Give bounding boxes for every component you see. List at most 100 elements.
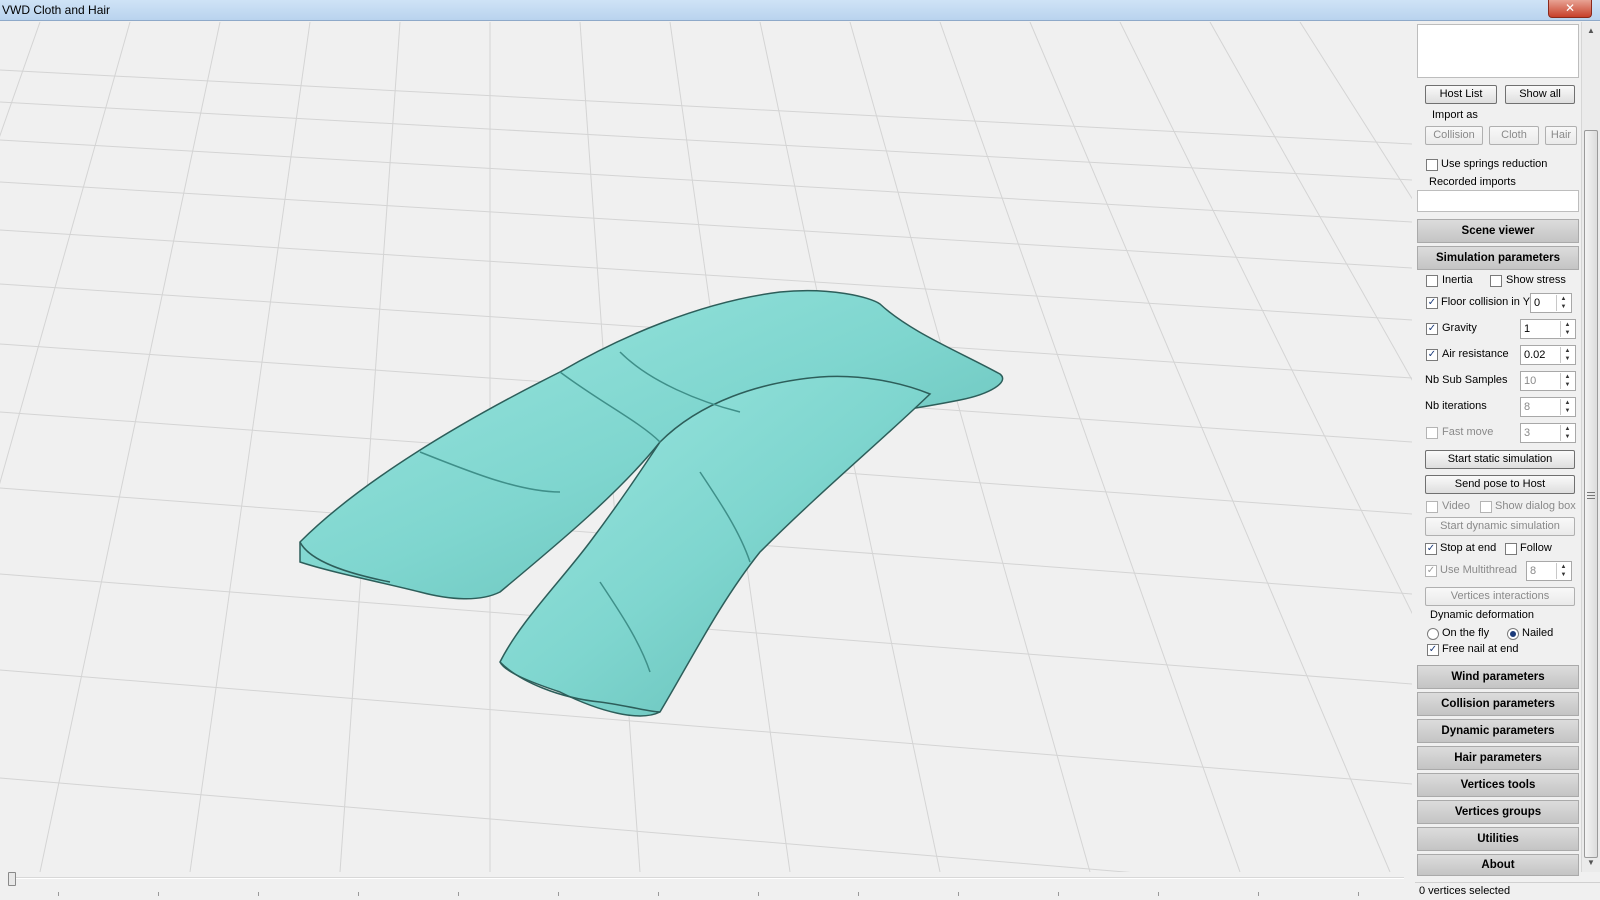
use-multithread-checkbox[interactable]: ✓ — [1425, 565, 1437, 577]
free-nail-at-end-checkbox[interactable]: ✓ — [1427, 644, 1439, 656]
floor-collision-label: Floor collision in Y — [1441, 296, 1531, 308]
nb-iterations-spinbox[interactable]: 8 ▲ ▼ — [1520, 397, 1576, 417]
gravity-spinbox[interactable]: 1 ▲ ▼ — [1520, 319, 1576, 339]
scrollbar-grip-icon — [1587, 492, 1595, 493]
title-bar: VWD Cloth and Hair ✕ — [0, 0, 1600, 21]
floor-collision-value: 0 — [1534, 297, 1541, 309]
spin-down-icon[interactable]: ▼ — [1561, 433, 1574, 441]
scene-viewer-section[interactable]: Scene viewer — [1417, 219, 1579, 243]
video-checkbox[interactable] — [1426, 501, 1438, 513]
timeline-tick — [758, 892, 759, 896]
floor-collision-spinbox[interactable]: 0 ▲ ▼ — [1530, 293, 1572, 313]
vertices-groups-section[interactable]: Vertices groups — [1417, 800, 1579, 824]
air-resistance-checkbox[interactable]: ✓ — [1426, 349, 1438, 361]
follow-label: Follow — [1520, 542, 1552, 554]
spin-down-icon[interactable]: ▼ — [1561, 355, 1574, 363]
fast-move-checkbox[interactable] — [1426, 427, 1438, 439]
show-dialog-box-checkbox[interactable] — [1480, 501, 1492, 513]
fast-move-spinbox[interactable]: 3 ▲ ▼ — [1520, 423, 1576, 443]
gravity-label: Gravity — [1442, 322, 1477, 334]
window-title: VWD Cloth and Hair — [2, 3, 111, 17]
use-springs-reduction-checkbox[interactable] — [1426, 159, 1438, 171]
timeline-track — [8, 877, 1404, 879]
timeline-tick — [958, 892, 959, 896]
spin-up-icon[interactable]: ▲ — [1561, 399, 1574, 407]
hair-parameters-section[interactable]: Hair parameters — [1417, 746, 1579, 770]
vertices-tools-section[interactable]: Vertices tools — [1417, 773, 1579, 797]
nb-iterations-label: Nb iterations — [1425, 400, 1487, 412]
gravity-checkbox[interactable]: ✓ — [1426, 323, 1438, 335]
use-multithread-label: Use Multithread — [1440, 564, 1518, 576]
spin-down-icon[interactable]: ▼ — [1561, 381, 1574, 389]
panel-scrollbar[interactable]: ▲ ▼ — [1581, 22, 1600, 872]
nb-iterations-value: 8 — [1524, 401, 1531, 413]
timeline-tick — [1258, 892, 1259, 896]
spin-down-icon[interactable]: ▼ — [1557, 571, 1570, 579]
3d-viewport[interactable] — [0, 22, 1412, 872]
spin-up-icon[interactable]: ▲ — [1561, 321, 1574, 329]
about-section[interactable]: About — [1417, 854, 1579, 876]
spin-up-icon[interactable]: ▲ — [1561, 347, 1574, 355]
import-hair-button[interactable]: Hair — [1545, 126, 1577, 145]
utilities-section[interactable]: Utilities — [1417, 827, 1579, 851]
multithread-spinbox[interactable]: 8 ▲ ▼ — [1526, 561, 1572, 581]
host-info-box — [1417, 24, 1579, 78]
spin-up-icon[interactable]: ▲ — [1561, 373, 1574, 381]
on-the-fly-radio[interactable] — [1427, 628, 1439, 640]
nailed-label: Nailed — [1522, 627, 1554, 639]
close-button[interactable]: ✕ — [1548, 0, 1592, 18]
timeline-tick — [458, 892, 459, 896]
show-all-button[interactable]: Show all — [1505, 85, 1575, 104]
show-dialog-box-label: Show dialog box — [1495, 500, 1576, 512]
fast-move-label: Fast move — [1442, 426, 1494, 438]
import-cloth-button[interactable]: Cloth — [1489, 126, 1539, 145]
inertia-checkbox[interactable] — [1426, 275, 1438, 287]
wind-parameters-section[interactable]: Wind parameters — [1417, 665, 1579, 689]
vertices-selected-status: 0 vertices selected — [1419, 885, 1511, 897]
floor-collision-checkbox[interactable]: ✓ — [1426, 297, 1438, 309]
recorded-imports-list[interactable] — [1417, 190, 1579, 212]
timeline-tick — [1158, 892, 1159, 896]
spin-up-icon[interactable]: ▲ — [1557, 295, 1570, 303]
timeline-slider[interactable] — [0, 872, 1412, 900]
start-static-simulation-button[interactable]: Start static simulation — [1425, 450, 1575, 469]
spin-up-icon[interactable]: ▲ — [1557, 563, 1570, 571]
timeline-tick — [558, 892, 559, 896]
dynamic-deformation-label: Dynamic deformation — [1430, 609, 1534, 621]
timeline-tick — [1358, 892, 1359, 896]
scene-canvas[interactable] — [0, 22, 1412, 872]
timeline-thumb[interactable] — [8, 872, 16, 886]
scroll-up-icon[interactable]: ▲ — [1586, 26, 1596, 36]
air-resistance-spinbox[interactable]: 0.02 ▲ ▼ — [1520, 345, 1576, 365]
dynamic-parameters-section[interactable]: Dynamic parameters — [1417, 719, 1579, 743]
spin-down-icon[interactable]: ▼ — [1561, 329, 1574, 337]
timeline-tick — [1058, 892, 1059, 896]
nailed-radio[interactable] — [1507, 628, 1519, 640]
inertia-label: Inertia — [1442, 274, 1473, 286]
vertices-interactions-button[interactable]: Vertices interactions — [1425, 587, 1575, 606]
start-dynamic-simulation-button[interactable]: Start dynamic simulation — [1425, 517, 1575, 536]
simulation-parameters-section[interactable]: Simulation parameters — [1417, 246, 1579, 270]
follow-checkbox[interactable] — [1505, 543, 1517, 555]
free-nail-at-end-label: Free nail at end — [1442, 643, 1519, 655]
stop-at-end-checkbox[interactable]: ✓ — [1425, 543, 1437, 555]
recorded-imports-label: Recorded imports — [1429, 176, 1516, 188]
multithread-value: 8 — [1530, 565, 1537, 577]
cloth-pants-mesh — [299, 289, 1004, 717]
scrollbar-thumb[interactable] — [1584, 130, 1598, 858]
spin-down-icon[interactable]: ▼ — [1557, 303, 1570, 311]
spin-down-icon[interactable]: ▼ — [1561, 407, 1574, 415]
send-pose-to-host-button[interactable]: Send pose to Host — [1425, 475, 1575, 494]
stop-at-end-label: Stop at end — [1440, 542, 1497, 554]
import-collision-button[interactable]: Collision — [1425, 126, 1483, 145]
show-stress-checkbox[interactable] — [1490, 275, 1502, 287]
scroll-down-icon[interactable]: ▼ — [1586, 858, 1596, 868]
spin-up-icon[interactable]: ▲ — [1561, 425, 1574, 433]
collision-parameters-section[interactable]: Collision parameters — [1417, 692, 1579, 716]
nb-sub-samples-spinbox[interactable]: 10 ▲ ▼ — [1520, 371, 1576, 391]
status-bar: 0 vertices selected — [1415, 882, 1600, 900]
host-list-button[interactable]: Host List — [1425, 85, 1497, 104]
timeline-tick — [258, 892, 259, 896]
timeline-tick — [358, 892, 359, 896]
air-resistance-label: Air resistance — [1442, 348, 1509, 360]
